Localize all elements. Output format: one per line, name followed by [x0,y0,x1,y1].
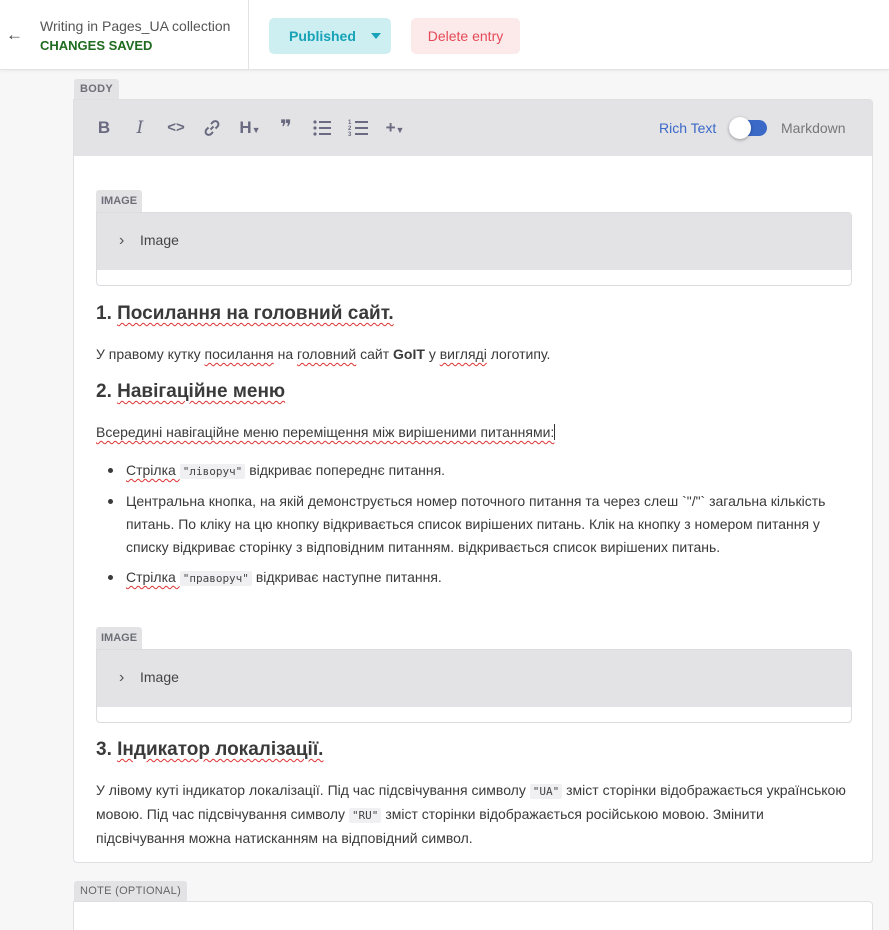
collection-title: Writing in Pages_UA collection [40,18,231,34]
image-block-tag: IMAGE [96,627,143,649]
text-run: вигляді [439,346,487,362]
save-status: CHANGES SAVED [40,38,153,53]
heading-dropdown-button[interactable]: H▼ [236,116,264,140]
text-run: логотипу. [486,346,551,362]
inline-code: "праворуч" [179,571,252,586]
markdown-label: Markdown [781,120,846,136]
section-number: 1. [96,303,112,324]
section-heading: 3. Індикатор локалізації. [96,737,323,763]
delete-entry-button[interactable]: Delete entry [411,18,520,54]
caret-down-icon [371,33,381,39]
bullet-list: Стрілка "ліворуч" відкриває попереднє пи… [96,459,852,597]
text-run: посилання [204,346,274,362]
inline-code: "UA" [529,784,563,799]
section-heading: 1. Посилання на головний сайт. [96,301,394,327]
text-run: у [424,346,440,362]
insert-block-icon[interactable]: +▼ [382,116,408,140]
image-block-label: Image [140,669,179,685]
image-block-header[interactable]: › Image [97,213,851,270]
section-number: 2. [96,381,112,402]
top-bar: ← Writing in Pages_UA collection CHANGES… [0,0,889,70]
text-run: У лівому куті індикатор локалізації. Під… [96,782,530,798]
text-run: Стрілка [126,462,180,478]
header-divider [248,0,249,70]
italic-button[interactable]: I [128,116,152,140]
svg-text:3: 3 [348,132,352,137]
bulleted-list-icon[interactable] [310,116,334,140]
paragraph: У лівому куті індикатор локалізації. Під… [96,779,854,850]
list-item: Стрілка "ліворуч" відкриває попереднє пи… [96,459,852,483]
section-title: Навігаційне меню [117,381,286,402]
note-field-label: NOTE (OPTIONAL) [74,881,188,901]
text-run: сайт [356,346,394,362]
text-run: на [273,346,298,362]
section-title: Посилання на головний сайт. [117,303,394,324]
entry-title-block: Writing in Pages_UA collection CHANGES S… [40,16,230,56]
toggle-knob [729,117,751,139]
paragraph: Всередині навігаційне меню переміщення м… [96,421,854,444]
inline-code: "ліворуч" [179,464,246,479]
editor-toolbar: B I <> H▼ ❞ 1 2 3 +▼ Rich Text Markdown [74,100,872,156]
text-cursor: ​ [554,424,556,440]
image-block[interactable]: › Image [96,649,852,723]
section-heading: 2. Навігаційне меню [96,379,285,405]
text-run: відкриває наступне питання. [251,569,442,585]
text-run: У правому кутку [96,346,205,362]
status-dropdown-button[interactable]: Published [269,18,391,54]
numbered-list-icon[interactable]: 1 2 3 [346,116,370,140]
heading-label: H [239,118,252,137]
paragraph: У правому кутку посилання на головний са… [96,343,854,366]
bold-button[interactable]: B [92,116,116,140]
link-icon[interactable] [200,116,224,140]
image-block-tag: IMAGE [96,190,143,212]
inline-code: "RU" [348,808,382,823]
text-run: Стрілка [126,569,180,585]
image-block-header[interactable]: › Image [97,650,851,707]
editor-mode-toggle[interactable] [729,117,767,139]
status-button-label: Published [289,28,356,44]
image-block[interactable]: › Image [96,212,852,286]
code-button[interactable]: <> [164,116,188,140]
chevron-right-icon[interactable]: › [119,670,129,686]
bold-text: GoIT [393,346,425,362]
section-number: 3. [96,739,112,760]
text-run: головний [297,346,357,362]
body-field-label: BODY [74,79,119,99]
list-item: Стрілка "праворуч" відкриває наступне пи… [96,566,852,590]
text-run: Всередині навігаційне меню переміщення м… [96,424,555,440]
chevron-right-icon[interactable]: › [119,233,129,249]
list-item: Центральна кнопка, на якій демонструєтьс… [96,490,852,559]
note-input[interactable] [73,901,873,930]
section-title: Індикатор локалізації. [117,739,324,760]
quote-icon[interactable]: ❞ [274,116,298,140]
arrow-left-icon[interactable]: ← [6,26,24,44]
text-run: відкриває попереднє питання. [245,462,446,478]
rich-text-label: Rich Text [659,120,717,136]
body-editor[interactable]: B I <> H▼ ❞ 1 2 3 +▼ Rich Text Markdown … [73,99,873,863]
image-block-label: Image [140,232,179,248]
